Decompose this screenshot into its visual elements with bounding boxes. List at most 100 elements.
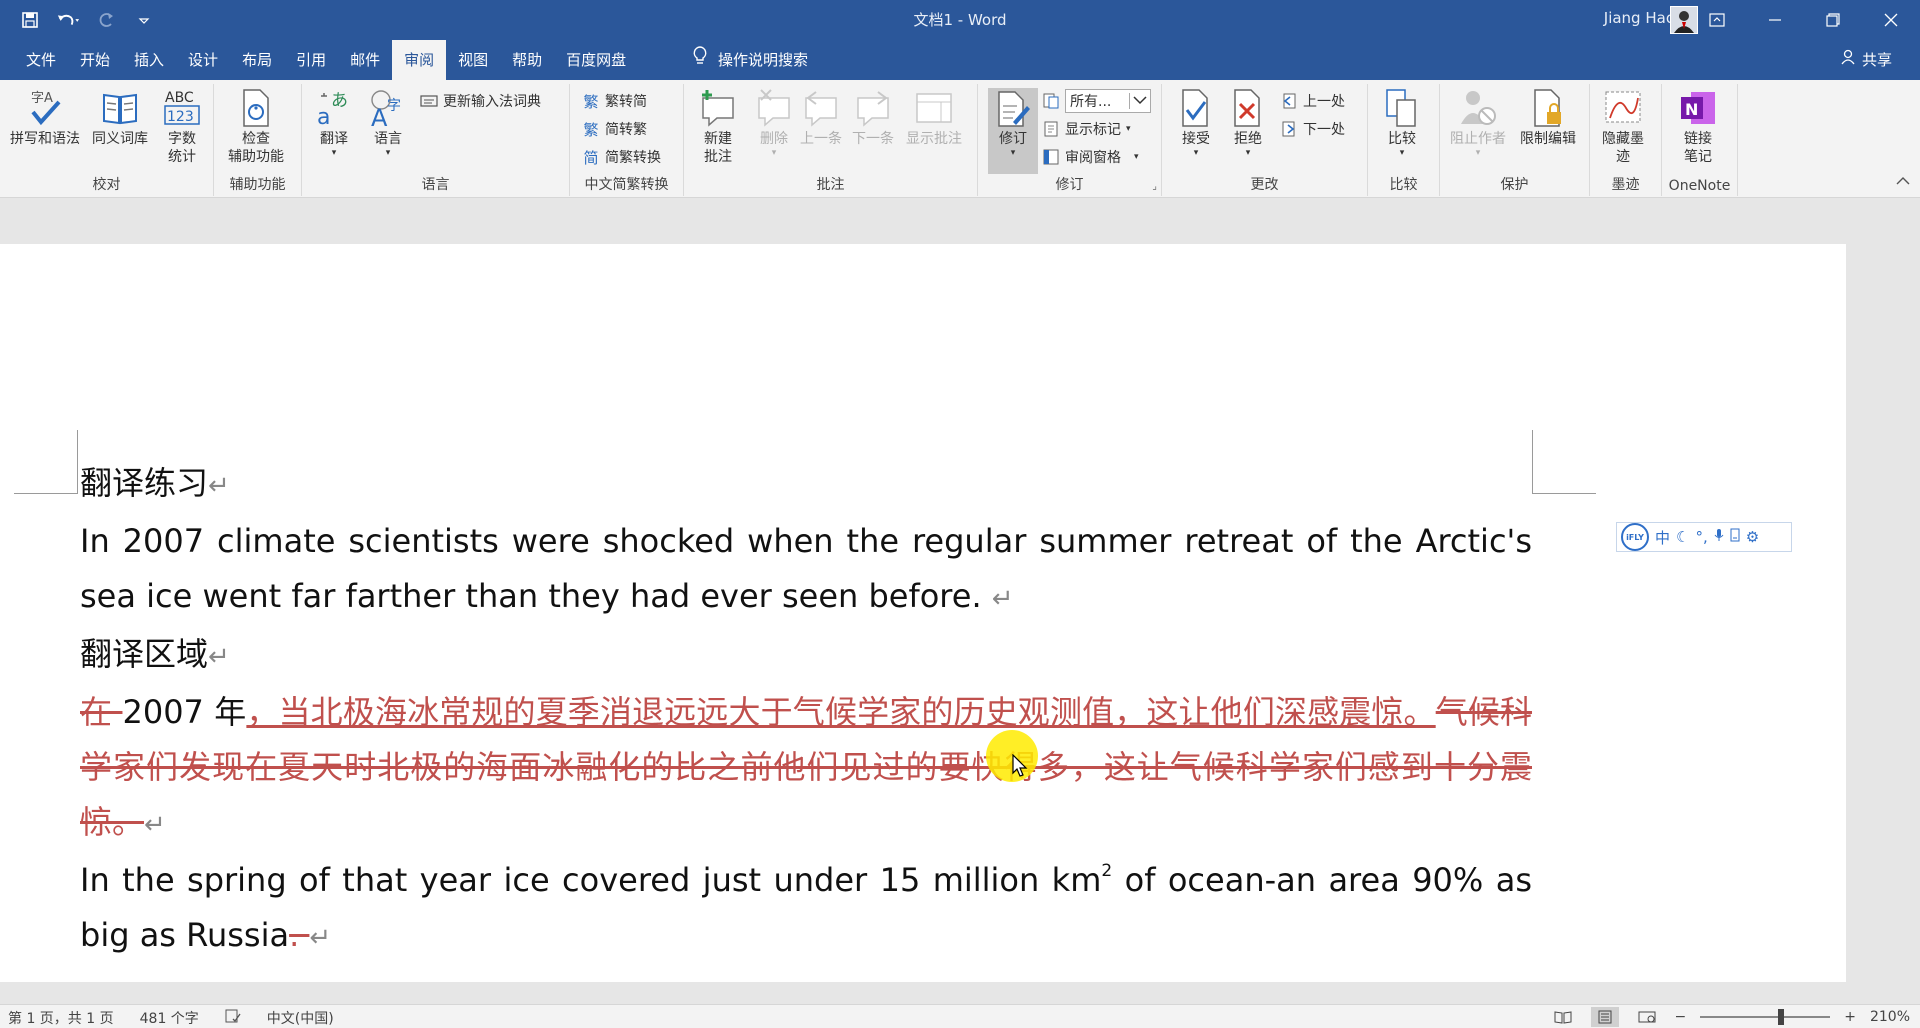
reject-button[interactable]: 拒绝 ▾ — [1228, 88, 1268, 158]
proofing-status-icon[interactable] — [225, 1009, 241, 1027]
share-button[interactable]: 共享 — [1840, 40, 1892, 80]
tab-references[interactable]: 引用 — [284, 40, 338, 80]
title-bar: 文档1 - Word Jiang Hao — [0, 0, 1920, 40]
tab-baidu-netdisk[interactable]: 百度网盘 — [554, 40, 638, 80]
word-count[interactable]: 481 个字 — [140, 1008, 199, 1028]
group-changes: 接受 ▾ 拒绝 ▾ 上一处 下一处 更改 — [1162, 84, 1368, 196]
check-accessibility-button[interactable]: 检查 辅助功能 — [228, 88, 284, 166]
collapse-ribbon-icon[interactable] — [1896, 175, 1910, 189]
hide-ink-button[interactable]: 隐藏墨 迹 — [1602, 88, 1644, 166]
show-markup-button[interactable]: 显示标记 ▾ — [1042, 118, 1131, 140]
page-count[interactable]: 第 1 页，共 1 页 — [8, 1008, 114, 1028]
group-protect: 阻止作者 ▾ 限制编辑 保护 — [1440, 84, 1590, 196]
print-layout-button[interactable] — [1590, 1007, 1619, 1027]
tab-insert[interactable]: 插入 — [122, 40, 176, 80]
reject-dropdown-icon: ▾ — [1245, 148, 1251, 158]
zoom-slider-thumb[interactable] — [1778, 1009, 1785, 1025]
ribbon-display-options-icon[interactable] — [1688, 0, 1746, 40]
tab-view[interactable]: 视图 — [446, 40, 500, 80]
close-icon[interactable] — [1862, 0, 1920, 40]
reviewing-pane-button[interactable]: 审阅窗格 ▾ — [1042, 146, 1139, 168]
delete-comment-button[interactable]: 删除 ▾ — [754, 88, 794, 158]
delete-dropdown-icon: ▾ — [771, 148, 777, 158]
linked-notes-button[interactable]: N 链接 笔记 — [1678, 88, 1718, 166]
svg-text:A: A — [371, 104, 388, 128]
show-comments-button[interactable]: 显示批注 — [906, 88, 962, 148]
ribbon-tabs-bar: 文件 开始 插入 设计 布局 引用 邮件 审阅 视图 帮助 百度网盘 操作说明搜… — [0, 40, 1920, 82]
delete-comment-icon — [754, 88, 794, 128]
zoom-slider[interactable] — [1700, 1009, 1831, 1025]
restore-icon[interactable] — [1804, 0, 1862, 40]
previous-change-button[interactable]: 上一处 — [1280, 90, 1345, 112]
keyboard-icon[interactable] — [1730, 528, 1740, 546]
document-body[interactable]: 翻译练习↵ In 2007 climate scientists were sh… — [80, 456, 1532, 966]
read-mode-button[interactable] — [1549, 1007, 1577, 1027]
tab-layout[interactable]: 布局 — [230, 40, 284, 80]
tab-review[interactable]: 审阅 — [392, 40, 447, 82]
group-label-tracking: 修订 — [1055, 177, 1084, 193]
heading-translation-area: 翻译区域↵ — [80, 635, 230, 673]
markup-selector[interactable]: 所有... — [1042, 89, 1151, 113]
margin-corner-top-left — [14, 430, 78, 494]
margin-corner-top-right — [1532, 430, 1596, 494]
group-label-comments: 批注 — [816, 177, 845, 193]
restrict-editing-icon — [1528, 88, 1568, 128]
previous-comment-button[interactable]: 上一条 — [800, 88, 842, 148]
web-layout-button[interactable] — [1633, 1007, 1661, 1027]
microphone-icon[interactable] — [1714, 528, 1724, 546]
ime-mode-toggle[interactable]: 中 — [1655, 527, 1670, 548]
word-count-button[interactable]: ABC 123 字数 统计 — [162, 88, 202, 166]
show-markup-icon — [1042, 120, 1060, 138]
new-comment-button[interactable]: 新建 批注 — [698, 88, 738, 166]
settings-gear-icon[interactable]: ⚙ — [1746, 528, 1759, 546]
markup-view-icon — [1042, 92, 1060, 110]
compare-button[interactable]: 比较 ▾ — [1382, 88, 1422, 158]
simplified-traditional-convert-button[interactable]: 简 简繁转换 — [582, 146, 661, 168]
translate-button[interactable]: aあ 翻译 ▾ — [314, 88, 354, 158]
svg-text:a: a — [317, 105, 330, 128]
thesaurus-button[interactable]: 同义词库 — [92, 88, 148, 148]
group-language: aあ 翻译 ▾ A字 语言 ▾ 更新输入法词典 语言 — [302, 84, 570, 196]
group-onenote: N 链接 笔记 OneNote — [1662, 84, 1738, 196]
restrict-editing-button[interactable]: 限制编辑 — [1520, 88, 1576, 148]
markup-dropdown[interactable]: 所有... — [1065, 89, 1151, 113]
spelling-grammar-button[interactable]: 字A 拼写和语法 — [10, 88, 80, 148]
ifly-logo-icon[interactable]: iFLY — [1621, 523, 1649, 551]
language-button[interactable]: A字 语言 ▾ — [368, 88, 408, 158]
zoom-level[interactable]: 210% — [1870, 1009, 1910, 1025]
group-tracking: 修订 ▾ 所有... 显示标记 ▾ 审阅窗格 ▾ 修订 ⌟ — [978, 84, 1162, 196]
accept-icon — [1176, 88, 1216, 128]
tab-help[interactable]: 帮助 — [500, 40, 554, 80]
group-chinese-conversion: 繁 繁转简 繁 简转繁 简 简繁转换 中文简繁转换 — [570, 84, 684, 196]
tell-me-search[interactable]: 操作说明搜索 — [692, 40, 808, 80]
group-comments: 新建 批注 删除 ▾ 上一条 下一条 显示批注 批注 — [684, 84, 978, 196]
language-status[interactable]: 中文(中国) — [267, 1008, 334, 1028]
track-changes-button[interactable]: 修订 ▾ — [988, 88, 1038, 174]
svg-text:字: 字 — [387, 98, 401, 114]
zoom-out-button[interactable]: − — [1675, 1009, 1687, 1025]
tell-me-label: 操作说明搜索 — [718, 51, 809, 69]
moon-icon[interactable]: ☾ — [1676, 528, 1689, 546]
chinese-translation-paragraph: 在 2007 年，当北极海冰常规的夏季消退远远大于气候学家的历史观测值，这让他们… — [80, 693, 1532, 841]
block-authors-button[interactable]: 阻止作者 ▾ — [1450, 88, 1506, 158]
zoom-in-button[interactable]: + — [1844, 1009, 1856, 1025]
traditional-to-simplified-button[interactable]: 繁 繁转简 — [582, 90, 647, 112]
update-ime-dictionary-button[interactable]: 更新输入法词典 — [420, 90, 541, 112]
accept-button[interactable]: 接受 ▾ — [1176, 88, 1216, 158]
share-label: 共享 — [1861, 51, 1892, 69]
punctuation-icon[interactable]: °, — [1695, 528, 1707, 546]
tracked-insertion: ，当北极海冰常规的夏季消退远远大于气候学家的历史观测值，这让他们深感震惊。 — [246, 693, 1436, 731]
group-label-accessibility: 辅助功能 — [229, 177, 286, 193]
tab-file[interactable]: 文件 — [14, 40, 68, 80]
simplified-to-traditional-button[interactable]: 繁 简转繁 — [582, 118, 647, 140]
user-name[interactable]: Jiang Hao — [1604, 9, 1675, 27]
svg-text:ABC: ABC — [165, 90, 194, 106]
next-comment-button[interactable]: 下一条 — [852, 88, 894, 148]
tab-mailings[interactable]: 邮件 — [338, 40, 392, 80]
minimize-icon[interactable] — [1746, 0, 1804, 40]
tab-home[interactable]: 开始 — [68, 40, 122, 80]
tab-design[interactable]: 设计 — [176, 40, 230, 80]
dialog-launcher-icon[interactable]: ⌟ — [1152, 181, 1157, 192]
show-comments-icon — [914, 88, 954, 128]
next-change-button[interactable]: 下一处 — [1280, 118, 1345, 140]
